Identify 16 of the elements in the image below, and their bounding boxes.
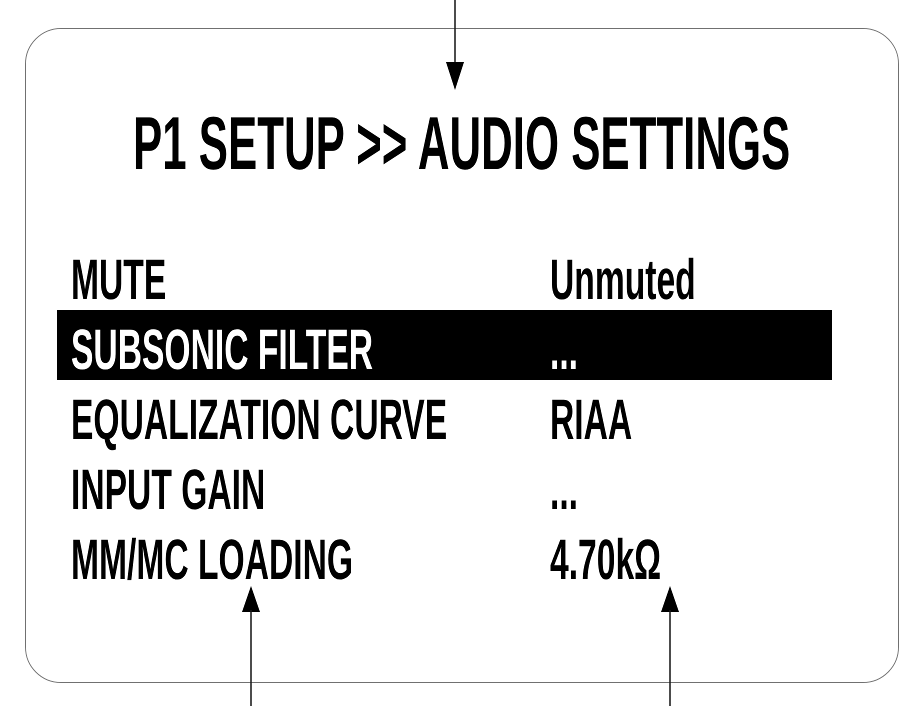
menu-item-label: SUBSONIC FILTER: [71, 319, 374, 381]
menu-item-value: ...: [550, 459, 578, 521]
menu-item-label: MM/MC LOADING: [71, 529, 354, 591]
menu-item-value: 4.70kΩ: [550, 529, 662, 591]
menu-item-label: INPUT GAIN: [71, 459, 266, 521]
menu-item-value: RIAA: [550, 389, 632, 451]
menu-item-value: ...: [550, 319, 578, 381]
menu-item-label: EQUALIZATION CURVE: [71, 389, 448, 451]
menu-item[interactable]: INPUT GAIN ...: [57, 450, 832, 520]
menu-item[interactable]: MUTE Unmuted: [57, 240, 832, 310]
menu-item[interactable]: SUBSONIC FILTER ...: [57, 310, 832, 380]
menu-item-value: Unmuted: [550, 249, 696, 311]
screen-title: P1 SETUP >> AUDIO SETTINGS: [133, 106, 791, 181]
menu-item-label: MUTE: [71, 249, 166, 311]
menu-item[interactable]: MM/MC LOADING 4.70kΩ: [57, 520, 832, 590]
menu-item[interactable]: EQUALIZATION CURVE RIAA: [57, 380, 832, 450]
